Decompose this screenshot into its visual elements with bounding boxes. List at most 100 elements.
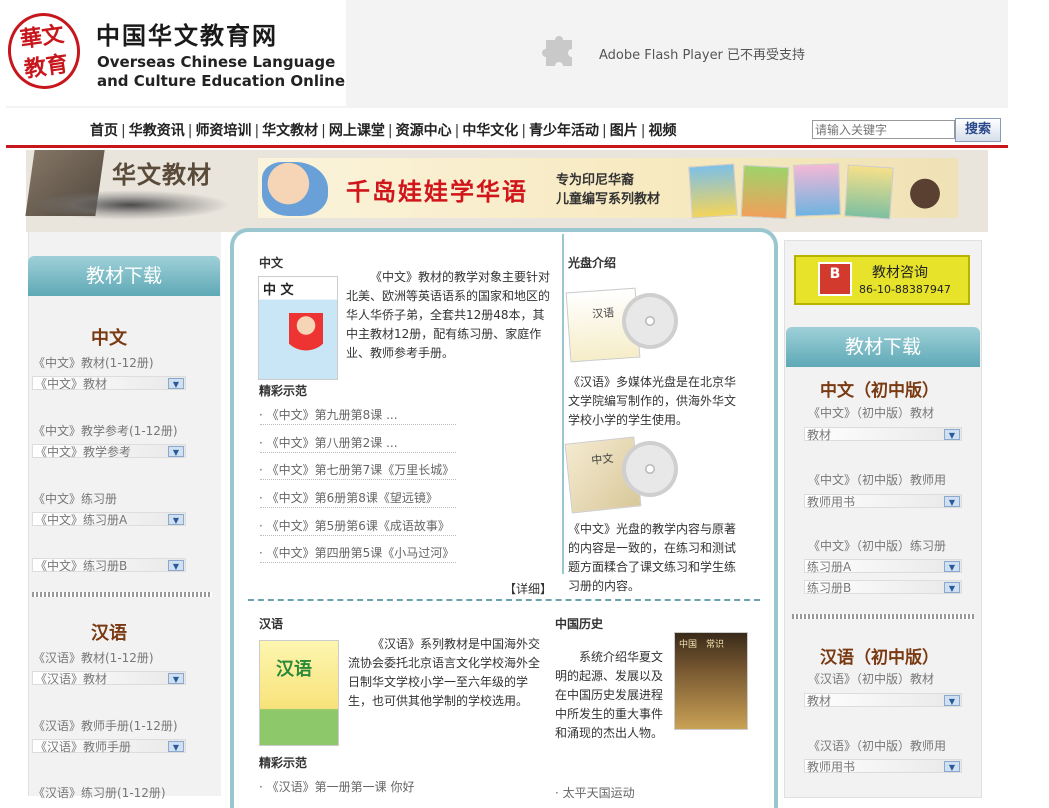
download-row[interactable]: 教师用书 (804, 494, 962, 509)
download-group-label[interactable]: 《中文》教材(1-12册) (33, 354, 154, 371)
download-icon[interactable]: ▼ (168, 514, 184, 525)
left-category-title[interactable]: 中文 (91, 324, 127, 350)
disc-heading: 光盘介绍 (568, 256, 617, 270)
zhongwen-description: 《中文》教材的教学对象主要针对北美、欧洲等英语语系的国家和地区的华人华侨子弟，全… (346, 270, 551, 360)
sample-link[interactable]: · 《中文》第5册第6课《成语故事》 (259, 517, 450, 534)
nav-pictures[interactable]: 图片 (610, 123, 638, 139)
section-divider (792, 614, 974, 619)
history-description: 系统介绍华夏文明的起源、发展以及在中国历史发展进程中所发生的重大事件和涌现的杰出… (555, 650, 664, 740)
right-category-title[interactable]: 中文（初中版） (820, 376, 939, 401)
nav-youth-activities[interactable]: 青少年活动 (529, 123, 599, 139)
download-group-label[interactable]: 《中文》练习册 (33, 490, 117, 507)
consult-phone: 86-10-88387947 (859, 283, 951, 296)
nav-chinese-culture[interactable]: 中华文化 (462, 123, 518, 139)
search-button[interactable]: 搜索 (955, 118, 1001, 142)
download-row[interactable]: 练习册A (804, 559, 962, 574)
ink-brush-decoration (30, 190, 230, 220)
download-group-label[interactable]: 《汉语》教材(1-12册) (33, 649, 154, 666)
ad-title[interactable]: 千岛娃娃学华语 (346, 172, 528, 207)
zhongwen-cover-title: 中 文 (263, 283, 294, 298)
nav-online-class[interactable]: 网上课堂 (329, 123, 385, 139)
download-row[interactable]: 《汉语》教师手册 (32, 739, 186, 754)
download-row[interactable]: 《中文》教材 (32, 376, 186, 391)
right-category-title[interactable]: 汉语（初中版） (820, 643, 939, 668)
right-sidebar (784, 240, 982, 798)
download-row[interactable]: 教师用书 (804, 759, 962, 774)
download-group-label[interactable]: 《汉语》练习册(1-12册) (33, 784, 166, 801)
sample-link[interactable]: · 《中文》第四册第5课《小马过河》 (259, 544, 454, 561)
disc-description-zhongwen: 《中文》光盘的教学内容与原著的内容是一致的，在练习和测试题方面糅合了课文练习和学… (568, 522, 737, 593)
download-row[interactable]: 教材 (804, 427, 962, 442)
download-row[interactable]: 《汉语》教材 (32, 671, 186, 686)
download-group-label[interactable]: 《中文》（初中版）练习册 (808, 537, 946, 554)
ad-vase-decoration (900, 160, 950, 216)
nav-textbooks[interactable]: 华文教材 (262, 123, 318, 139)
sample-link[interactable]: · 《中文》第七册第7课《万里长城》 (259, 461, 454, 478)
download-group-label[interactable]: 《汉语》教师手册(1-12册) (33, 717, 178, 734)
left-tab-title: 教材下载 (28, 256, 220, 296)
dotted-divider (260, 479, 456, 480)
download-row[interactable]: 练习册B (804, 580, 962, 595)
sample-link[interactable]: · 《中文》第6册第8课《望远镜》 (259, 489, 438, 506)
logo-title-cn[interactable]: 中国华文教育网 (96, 16, 278, 51)
sample-link[interactable]: · 太平天国运动 (555, 784, 635, 801)
download-icon[interactable]: ▼ (168, 560, 184, 571)
ad-subtitle-line2: 儿童编写系列教材 (556, 192, 661, 207)
nav-teacher-training[interactable]: 师资培训 (195, 123, 251, 139)
nav-separator: | (640, 123, 646, 139)
hanyu-heading[interactable]: 汉语 (259, 615, 283, 632)
download-group-label[interactable]: 《中文》（初中版）教师用 (808, 471, 946, 488)
download-icon[interactable]: ▼ (168, 446, 184, 457)
cd-disc-icon (622, 441, 678, 497)
download-row[interactable]: 《中文》练习册A (32, 512, 186, 527)
logo-title-en-line2: and Culture Education Online (97, 72, 345, 90)
hanyu-samples-heading: 精彩示范 (259, 756, 308, 770)
download-row[interactable]: 《中文》教学参考 (32, 444, 186, 459)
history-book-cover[interactable]: 中国 常识 (674, 632, 748, 730)
download-icon[interactable]: ▼ (168, 741, 184, 752)
download-icon[interactable]: ▼ (168, 378, 184, 389)
sample-link[interactable]: · 《中文》第八册第2课 ... (259, 434, 398, 451)
download-group-label[interactable]: 《中文》（初中版）教材 (808, 404, 934, 421)
nav-videos[interactable]: 视频 (648, 123, 676, 139)
download-icon[interactable]: ▼ (944, 561, 960, 572)
left-category-title[interactable]: 汉语 (91, 619, 127, 645)
cover-girl-illustration (289, 313, 323, 363)
download-row[interactable]: 教材 (804, 693, 962, 708)
download-group-label[interactable]: 《中文》教学参考(1-12册) (33, 422, 178, 439)
hanyu-description: 《汉语》系列教材是中国海外交流协会委托北京语言文化学校海外全日制华文学校小学一至… (348, 637, 541, 708)
sample-link[interactable]: · 《汉语》第一册第一课 你好 (259, 778, 414, 795)
nav-home[interactable]: 首页 (90, 123, 118, 139)
history-heading[interactable]: 中国历史 (555, 615, 603, 632)
download-group-label[interactable]: 《汉语》（初中版）教材 (808, 670, 934, 687)
nav-separator: | (602, 123, 607, 139)
plugin-puzzle-icon (540, 28, 580, 68)
nav-divider (6, 145, 1008, 148)
sample-link[interactable]: · 《中文》第九册第8课 ... (259, 406, 398, 423)
nav-resources[interactable]: 资源中心 (396, 123, 452, 139)
download-group-label[interactable]: 《汉语》（初中版）教师用 (808, 737, 946, 754)
more-details-link[interactable]: 【详细】 (504, 580, 552, 597)
nav-separator: | (254, 123, 260, 139)
download-icon[interactable]: ▼ (944, 761, 960, 772)
zhongwen-heading[interactable]: 中文 (259, 254, 283, 271)
download-icon[interactable]: ▼ (944, 429, 960, 440)
download-row[interactable]: 《中文》练习册B (32, 558, 186, 573)
consult-title: 教材咨询 (872, 265, 928, 281)
download-icon[interactable]: ▼ (168, 673, 184, 684)
section-divider (32, 592, 212, 597)
download-icon[interactable]: ▼ (944, 496, 960, 507)
zhongwen-book-cover[interactable]: 中 文 (258, 276, 338, 380)
download-icon[interactable]: ▼ (944, 582, 960, 593)
nav-separator: | (454, 123, 460, 139)
zhongwen-samples-heading: 精彩示范 (259, 384, 308, 398)
download-icon[interactable]: ▼ (944, 695, 960, 706)
nav-separator: | (121, 123, 126, 139)
nav-separator: | (187, 123, 193, 139)
dotted-divider (260, 452, 456, 453)
hanyu-book-cover[interactable]: 汉语 (259, 640, 339, 746)
disc-description-hanyu: 《汉语》多媒体光盘是在北京华文学院编写制作的，供海外华文学校小学的学生使用。 (568, 375, 737, 427)
nav-news[interactable]: 华教资讯 (129, 123, 185, 139)
search-input[interactable] (812, 120, 955, 139)
main-nav: 首页 | 华教资讯 | 师资培训 | 华文教材 | 网上课堂 | 资源中心 | 中华文化 | 青少年活动 | 图… (90, 120, 676, 140)
